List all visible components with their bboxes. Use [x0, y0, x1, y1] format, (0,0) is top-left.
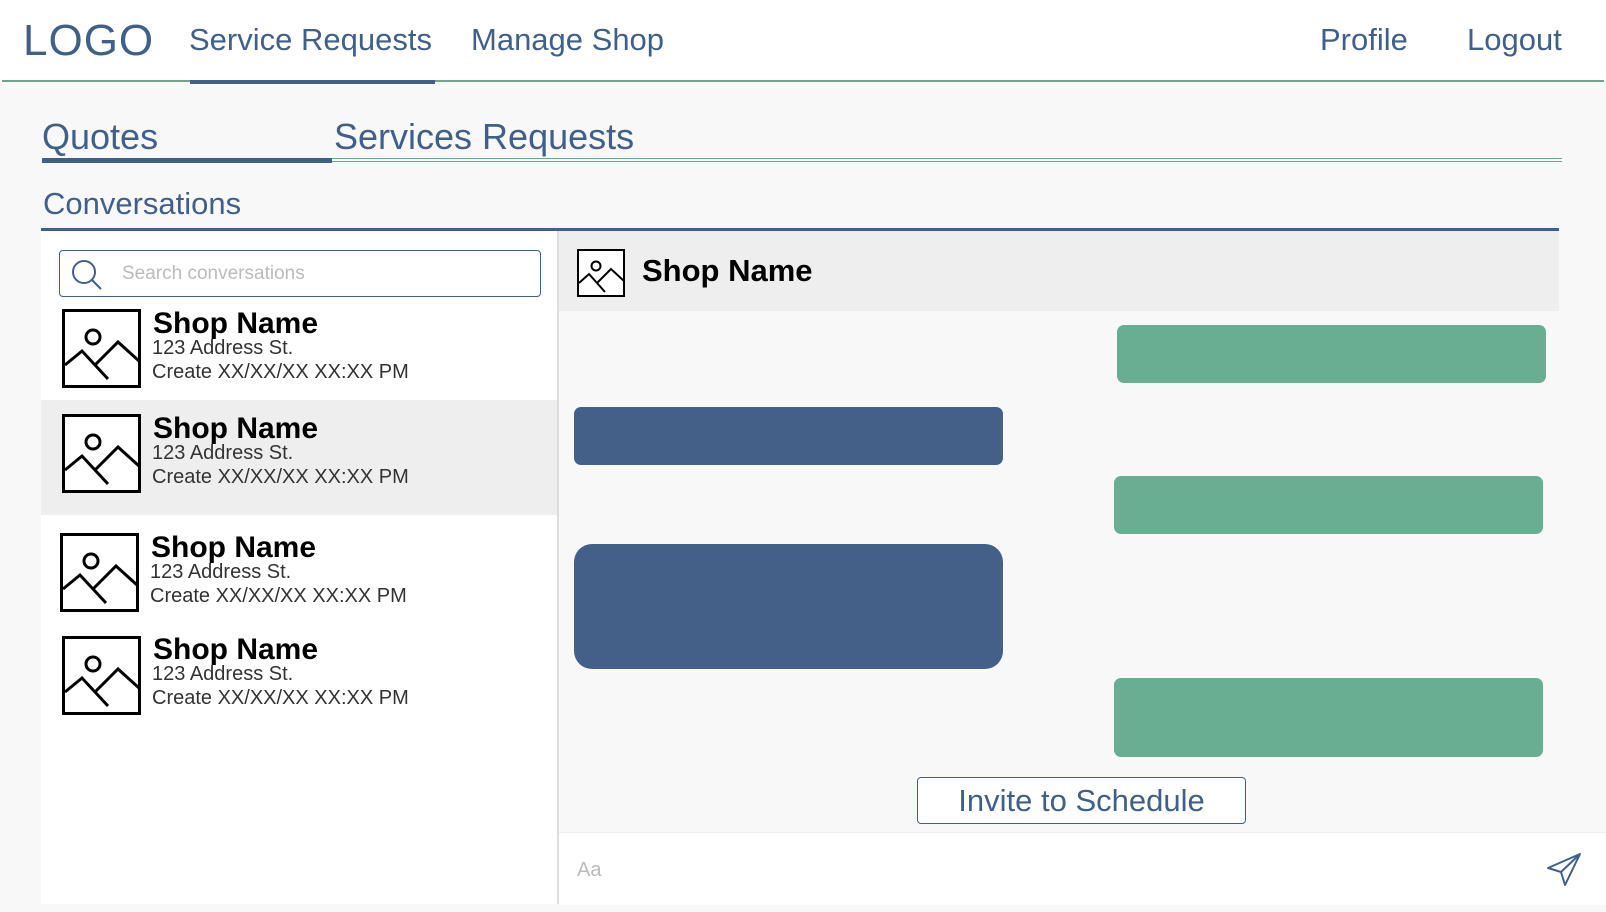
- shop-image-icon: [62, 414, 141, 493]
- conversation-item-selected[interactable]: Shop Name 123 Address St. Create XX/XX/X…: [41, 400, 559, 515]
- conversation-item[interactable]: Shop Name 123 Address St. Create XX/XX/X…: [41, 523, 559, 619]
- search-icon: [72, 260, 102, 290]
- nav-active-indicator: [190, 80, 435, 84]
- conversation-address: 123 Address St.: [152, 337, 294, 359]
- shop-image-icon: [62, 309, 141, 388]
- search-input[interactable]: [122, 259, 522, 289]
- conversation-item[interactable]: Shop Name 123 Address St. Create XX/XX/X…: [41, 302, 559, 398]
- send-button[interactable]: [1544, 851, 1584, 891]
- message-composer: [559, 832, 1606, 905]
- message-bubble-outgoing: [1117, 325, 1546, 383]
- logo: LOGO: [23, 16, 155, 65]
- tab-active-indicator: [42, 158, 332, 163]
- tab-services-requests[interactable]: Services Requests: [334, 116, 634, 158]
- send-icon: [1547, 852, 1581, 886]
- top-navigation: LOGO Service Requests Manage Shop Profil…: [0, 0, 1606, 82]
- conversation-shop-name: Shop Name: [151, 531, 317, 564]
- conversation-address: 123 Address St.: [150, 561, 292, 583]
- conversation-address: 123 Address St.: [152, 442, 294, 464]
- conversation-shop-name: Shop Name: [153, 307, 319, 340]
- conversation-created: Create XX/XX/XX XX:XX PM: [152, 361, 409, 383]
- conversation-created: Create XX/XX/XX XX:XX PM: [150, 585, 407, 607]
- nav-logout[interactable]: Logout: [1467, 22, 1562, 58]
- message-bubble-incoming: [574, 544, 1003, 669]
- tab-divider: [332, 158, 1562, 162]
- conversation-created: Create XX/XX/XX XX:XX PM: [152, 687, 409, 709]
- section-title: Conversations: [43, 186, 242, 221]
- conversation-list: Shop Name 123 Address St. Create XX/XX/X…: [41, 231, 559, 904]
- message-bubble-incoming: [574, 407, 1003, 465]
- conversation-address: 123 Address St.: [152, 663, 294, 685]
- shop-image-icon: [577, 249, 625, 297]
- invite-to-schedule-button[interactable]: Invite to Schedule: [917, 777, 1246, 824]
- shop-image-icon: [60, 533, 139, 612]
- chat-shop-name: Shop Name: [642, 253, 813, 288]
- conversation-item[interactable]: Shop Name 123 Address St. Create XX/XX/X…: [41, 625, 559, 721]
- chat-panel: Shop Name Invite to Schedule: [559, 231, 1606, 905]
- shop-image-icon: [62, 636, 141, 715]
- nav-service-requests[interactable]: Service Requests: [189, 22, 432, 58]
- message-bubble-outgoing: [1114, 476, 1543, 534]
- chat-header: Shop Name: [559, 231, 1559, 311]
- message-input[interactable]: [577, 855, 1477, 885]
- tab-quotes[interactable]: Quotes: [42, 116, 158, 158]
- search-box: [59, 250, 541, 297]
- conversation-created: Create XX/XX/XX XX:XX PM: [152, 466, 409, 488]
- nav-profile[interactable]: Profile: [1320, 22, 1408, 58]
- conversation-shop-name: Shop Name: [153, 412, 319, 445]
- conversation-shop-name: Shop Name: [153, 633, 319, 666]
- nav-manage-shop[interactable]: Manage Shop: [471, 22, 664, 58]
- message-bubble-outgoing: [1114, 678, 1543, 757]
